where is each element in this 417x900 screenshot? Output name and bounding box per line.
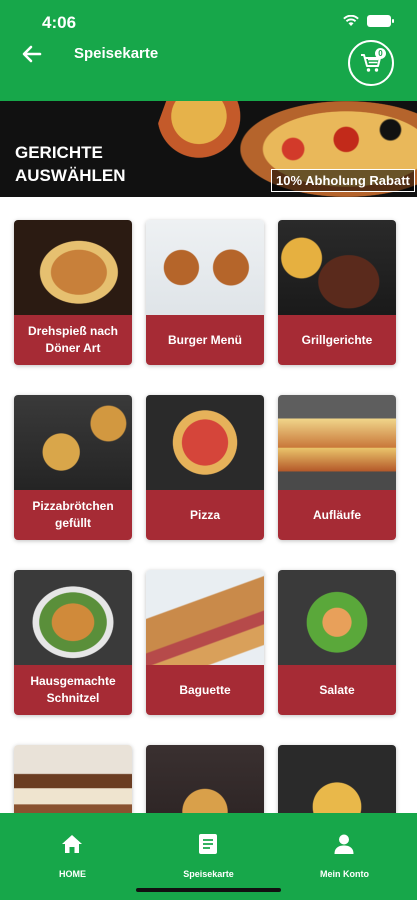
category-image	[14, 570, 132, 665]
banner-heading-line2: AUSWÄHLEN	[15, 166, 126, 185]
category-tile-drehspiess[interactable]: Drehspieß nach Döner Art	[14, 220, 132, 365]
category-label: Aufläufe	[278, 490, 396, 540]
tab-mein-konto-label: Mein Konto	[320, 869, 369, 879]
category-image	[278, 395, 396, 490]
category-image	[14, 220, 132, 315]
category-tile-fries[interactable]	[278, 745, 396, 813]
category-label: Pizza	[146, 490, 264, 540]
tab-mein-konto[interactable]: Mein Konto	[275, 813, 414, 900]
category-image	[278, 745, 396, 813]
back-arrow-icon[interactable]	[22, 44, 42, 64]
tab-speisekarte[interactable]: Speisekarte	[139, 813, 278, 900]
category-label: Drehspieß nach Döner Art	[14, 315, 132, 365]
home-icon	[62, 835, 82, 853]
status-icons	[343, 15, 394, 27]
category-tile-dessert[interactable]	[14, 745, 132, 813]
page-title: Speisekarte	[74, 45, 159, 62]
category-tile-auflaeufe[interactable]: Aufläufe	[278, 395, 396, 540]
category-tile-snacks[interactable]	[146, 745, 264, 813]
discount-badge: 10% Abholung Rabatt	[271, 169, 415, 192]
category-tile-schnitzel[interactable]: Hausgemachte Schnitzel	[14, 570, 132, 715]
tab-speisekarte-label: Speisekarte	[183, 869, 234, 879]
category-label: Salate	[278, 665, 396, 715]
category-image	[146, 220, 264, 315]
category-tile-baguette[interactable]: Baguette	[146, 570, 264, 715]
cart-button[interactable]: 0	[348, 40, 394, 86]
category-grid: Drehspieß nach Döner Art Burger Menü Gri…	[0, 197, 417, 813]
category-tile-pizzabroetchen[interactable]: Pizzabrötchen gefüllt	[14, 395, 132, 540]
bottom-tab-bar: HOME Speisekarte Mein Konto	[0, 813, 417, 900]
category-image	[278, 220, 396, 315]
user-icon	[334, 834, 354, 854]
category-tile-grillgerichte[interactable]: Grillgerichte	[278, 220, 396, 365]
category-label: Pizzabrötchen gefüllt	[14, 490, 132, 540]
tab-home-label: HOME	[59, 869, 86, 879]
status-time: 4:06	[42, 13, 77, 32]
banner-heading: GERICHTE AUSWÄHLEN	[15, 141, 155, 187]
app-header: 4:06 Speisekarte 0	[0, 0, 417, 101]
category-image	[14, 745, 132, 813]
promo-banner: GERICHTE AUSWÄHLEN 10% Abholung Rabatt	[0, 101, 417, 197]
category-image	[146, 395, 264, 490]
category-label: Hausgemachte Schnitzel	[14, 665, 132, 715]
menu-icon	[199, 834, 217, 854]
battery-icon	[367, 15, 394, 27]
category-label: Grillgerichte	[278, 315, 396, 365]
category-label: Baguette	[146, 665, 264, 715]
cart-count-badge: 0	[375, 48, 386, 59]
category-image	[146, 745, 264, 813]
category-image	[146, 570, 264, 665]
category-image	[14, 395, 132, 490]
category-image	[278, 570, 396, 665]
category-tile-burger-menu[interactable]: Burger Menü	[146, 220, 264, 365]
home-indicator	[136, 888, 281, 892]
banner-heading-line1: GERICHTE	[15, 143, 103, 162]
tab-home[interactable]: HOME	[3, 813, 142, 900]
category-label: Burger Menü	[146, 315, 264, 365]
category-tile-pizza[interactable]: Pizza	[146, 395, 264, 540]
category-tile-salate[interactable]: Salate	[278, 570, 396, 715]
wifi-icon	[343, 15, 359, 26]
